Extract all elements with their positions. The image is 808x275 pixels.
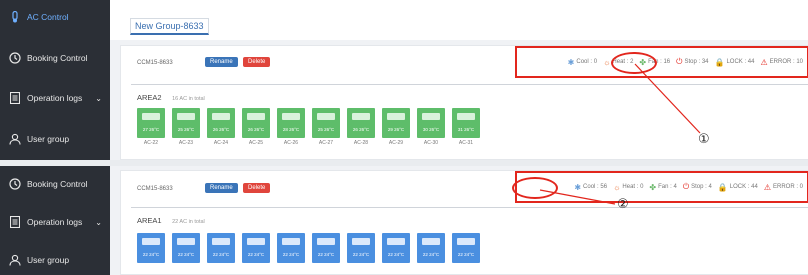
callout-label-2: ②: [617, 196, 629, 211]
callout-lines: [539, 63, 701, 205]
callout-label-1: ①: [698, 131, 710, 146]
page: AC Control Booking Control Operation log…: [0, 0, 808, 275]
